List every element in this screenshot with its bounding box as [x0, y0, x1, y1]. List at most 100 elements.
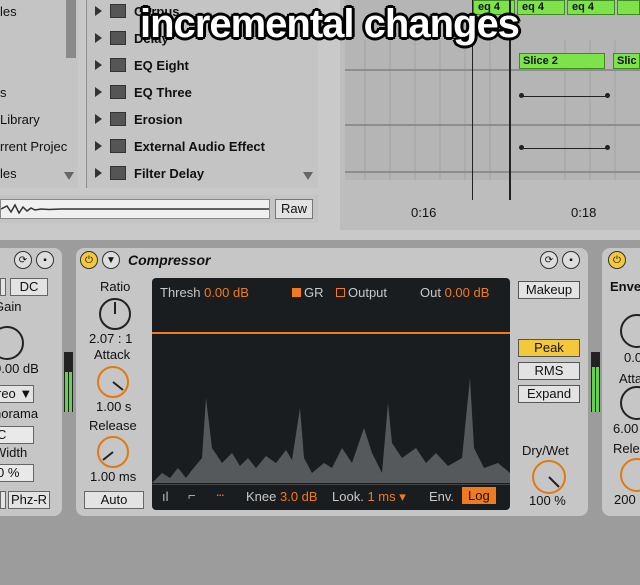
- activity-view-icon[interactable]: ⵈ: [216, 488, 224, 504]
- automation-point[interactable]: [519, 93, 524, 98]
- phase-left-button[interactable]: [0, 278, 6, 296]
- release-knob[interactable]: [97, 436, 129, 468]
- audio-effect-icon: [110, 4, 126, 18]
- expand-triangle-icon[interactable]: [95, 168, 102, 178]
- slice-clip[interactable]: Slic: [613, 53, 640, 69]
- automation-point[interactable]: [605, 93, 610, 98]
- pan-slider[interactable]: C: [0, 426, 34, 444]
- compressor-level-meter: [591, 352, 600, 412]
- place-item[interactable]: les: [0, 166, 17, 181]
- clip-header[interactable]: [617, 0, 640, 15]
- audio-effect-icon: [110, 166, 126, 180]
- clip-header[interactable]: eq 4: [567, 0, 615, 15]
- automation-point[interactable]: [519, 145, 524, 150]
- stereo-mode-select[interactable]: reo ▼: [0, 385, 34, 403]
- place-item[interactable]: s: [0, 85, 7, 100]
- drywet-knob-indicator: [548, 476, 560, 488]
- width-label: Width: [0, 445, 28, 460]
- expand-triangle-icon[interactable]: [95, 141, 102, 151]
- next-attack-value[interactable]: 6.00: [613, 421, 638, 436]
- next-release-label: Rele: [613, 441, 640, 456]
- env-label: Env.: [429, 489, 455, 504]
- preview-waveform[interactable]: [0, 199, 270, 219]
- peak-button[interactable]: Peak: [518, 339, 580, 357]
- transfer-curve-icon[interactable]: ⌐: [188, 488, 196, 503]
- device-item-erosion[interactable]: Erosion: [95, 109, 182, 129]
- audio-effect-icon: [110, 31, 126, 45]
- browser-scrollbar[interactable]: [66, 0, 76, 58]
- compressor-display[interactable]: Thresh 0.00 dB GR Output Out 0.00 dB ıl …: [152, 278, 510, 510]
- expand-triangle-icon[interactable]: [95, 87, 102, 97]
- place-item[interactable]: les: [0, 4, 17, 19]
- phase-l-button[interactable]: [0, 491, 6, 509]
- next-value-1[interactable]: 0.0: [624, 350, 640, 365]
- phase-r-button[interactable]: Phz-R: [8, 491, 50, 509]
- device-on-icon[interactable]: ⏻: [608, 251, 626, 269]
- place-item[interactable]: rrent Projec: [0, 139, 67, 154]
- device-item-eq-three[interactable]: EQ Three: [95, 82, 192, 102]
- automation-line: [521, 96, 609, 97]
- time-label: 0:18: [571, 205, 597, 220]
- slice-clip[interactable]: Slice 2: [519, 53, 605, 69]
- drywet-value[interactable]: 100 %: [529, 493, 566, 508]
- expand-triangle-icon[interactable]: [95, 114, 102, 124]
- drywet-label: Dry/Wet: [522, 443, 569, 458]
- release-knob-indicator: [102, 451, 114, 461]
- ratio-label: Ratio: [100, 279, 131, 294]
- attack-value[interactable]: 1.00 s: [96, 399, 131, 414]
- audio-effect-icon: [110, 112, 126, 126]
- hot-swap-icon[interactable]: ⟳: [540, 251, 558, 269]
- ratio-value[interactable]: 2.07 : 1: [89, 331, 132, 346]
- attack-knob[interactable]: [97, 366, 129, 398]
- automation-line: [521, 148, 609, 149]
- audio-effect-icon: [110, 85, 126, 99]
- rms-button[interactable]: RMS: [518, 362, 580, 380]
- collapse-triangle-icon[interactable]: ▼: [102, 251, 120, 269]
- attack-label: Attack: [94, 347, 131, 362]
- auto-release-button[interactable]: Auto: [84, 491, 144, 509]
- waveform-graphic: [0, 203, 269, 215]
- expand-triangle-icon[interactable]: [95, 6, 102, 16]
- display-footer: [152, 484, 510, 510]
- lookahead-select[interactable]: Look. 1 ms ▾: [332, 489, 406, 505]
- drywet-knob[interactable]: [532, 460, 566, 494]
- audio-effect-icon: [110, 139, 126, 153]
- clip-header[interactable]: eq 4: [517, 0, 565, 15]
- save-preset-icon[interactable]: ▪: [36, 251, 54, 269]
- expand-triangle-icon[interactable]: [95, 60, 102, 70]
- time-label: 0:16: [411, 205, 437, 220]
- expand-button[interactable]: Expand: [518, 385, 580, 403]
- next-attack-label: Atta: [619, 371, 640, 386]
- save-preset-icon[interactable]: ▪: [562, 251, 580, 269]
- collapsed-view-icon[interactable]: ıl: [162, 489, 169, 504]
- log-button[interactable]: Log: [462, 487, 496, 504]
- device-item-external-audio-effect[interactable]: External Audio Effect: [95, 136, 265, 156]
- scroll-down-icon[interactable]: [303, 172, 313, 180]
- device-on-icon[interactable]: ⏻: [80, 251, 98, 269]
- knee-control[interactable]: Knee 3.0 dB: [246, 489, 318, 504]
- dc-button[interactable]: DC: [10, 278, 48, 296]
- raw-button[interactable]: Raw: [275, 199, 313, 219]
- device-item-eq-eight[interactable]: EQ Eight: [95, 55, 189, 75]
- gain-value[interactable]: 0.00 dB: [0, 361, 39, 376]
- width-slider[interactable]: 0 %: [0, 464, 34, 482]
- gain-label: Gain: [0, 299, 22, 314]
- release-label: Release: [89, 418, 137, 433]
- next-release-value[interactable]: 200: [614, 492, 636, 507]
- makeup-button[interactable]: Makeup: [518, 281, 580, 299]
- attack-knob-indicator: [112, 381, 124, 391]
- ratio-knob-indicator: [114, 302, 116, 314]
- place-item[interactable]: Library: [0, 112, 40, 127]
- expand-triangle-icon[interactable]: [95, 33, 102, 43]
- panorama-label: norama: [0, 406, 39, 421]
- browser-places: les s Library rrent Projec les: [0, 0, 78, 188]
- timeline-ruler[interactable]: 0:16 0:18: [345, 200, 640, 224]
- release-value[interactable]: 1.00 ms: [90, 469, 136, 484]
- hot-swap-icon[interactable]: ⟳: [14, 251, 32, 269]
- device-item-filter-delay[interactable]: Filter Delay: [95, 163, 204, 183]
- device-title: Compressor: [128, 252, 211, 268]
- automation-point[interactable]: [605, 145, 610, 150]
- ratio-knob[interactable]: [99, 298, 131, 330]
- scroll-down-icon[interactable]: [64, 172, 74, 180]
- audio-effect-icon: [110, 58, 126, 72]
